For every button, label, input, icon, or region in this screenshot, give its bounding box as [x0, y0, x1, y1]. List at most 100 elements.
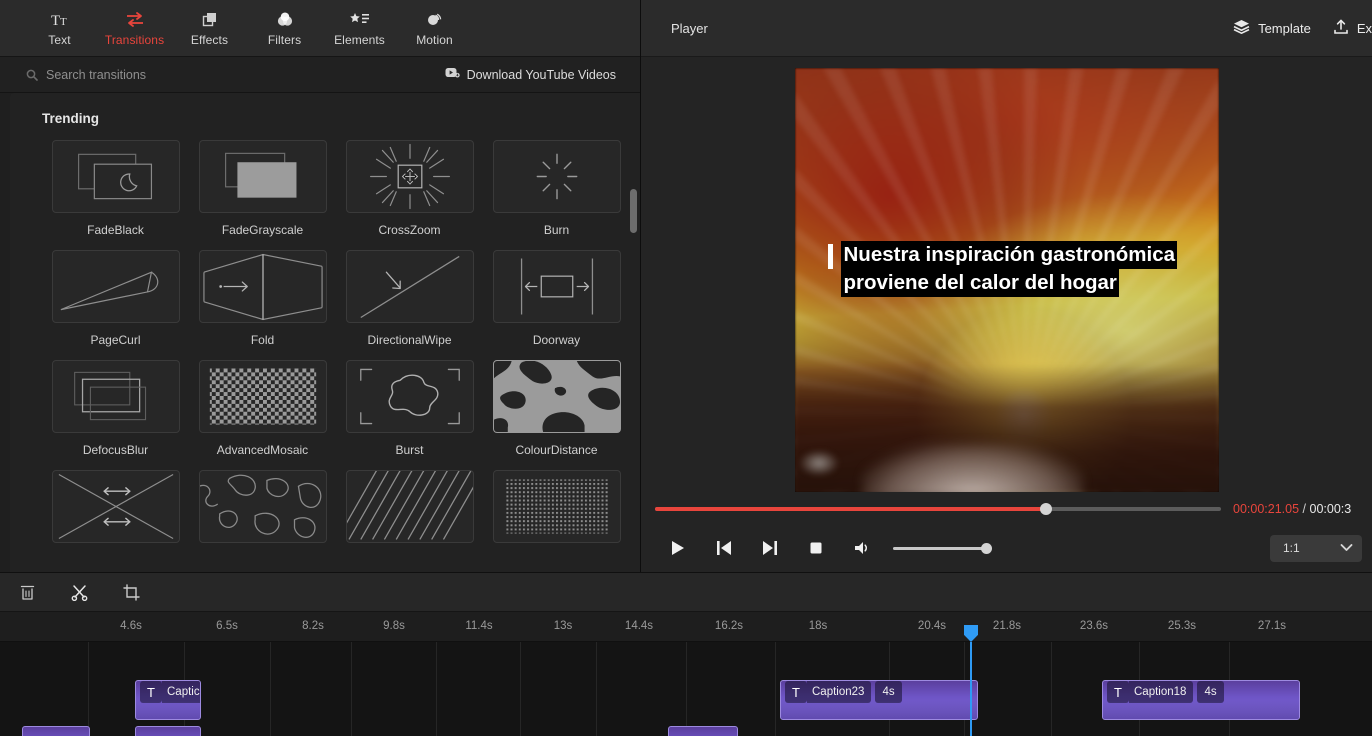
transition-label: ColourDistance [515, 443, 598, 457]
tab-transitions-label: Transitions [104, 32, 165, 47]
timeline-toolbar [0, 572, 1372, 612]
transition-item-finedots[interactable] [483, 470, 630, 553]
burn-thumbnail [492, 140, 621, 213]
clip-header: T Captic [136, 681, 200, 703]
playhead-handle[interactable] [964, 625, 978, 642]
stop-button[interactable] [793, 530, 839, 566]
transition-item-defocusblur[interactable]: DefocusBlur [42, 360, 189, 457]
transition-item-directionalwipe[interactable]: DirectionalWipe [336, 250, 483, 347]
timeline-clip[interactable]: T Caption23 4s [780, 680, 978, 720]
player-stage: Nuestra inspiración gastronómica provien… [641, 57, 1372, 494]
next-frame-button[interactable] [747, 530, 793, 566]
seek-handle[interactable] [1039, 503, 1052, 515]
crop-button[interactable] [110, 575, 152, 609]
transition-item-fold[interactable]: Fold [189, 250, 336, 347]
total-time: 00:00:3 [1309, 502, 1352, 516]
transition-item-doorway[interactable]: Doorway [483, 250, 630, 347]
timeline-clip-secondary[interactable] [668, 726, 738, 736]
caption-text-block: Nuestra inspiración gastronómica provien… [840, 241, 1178, 297]
clip-name: Caption23 [807, 681, 872, 703]
video-caption-overlay[interactable]: Nuestra inspiración gastronómica provien… [827, 241, 1178, 297]
advanced-mosaic-thumbnail [198, 360, 327, 433]
volume-slider[interactable] [893, 542, 992, 554]
transition-item-fadeblack[interactable]: FadeBlack [42, 140, 189, 237]
transition-label: PageCurl [90, 333, 141, 347]
directional-wipe-thumbnail [345, 250, 474, 323]
export-label: Ex [1356, 20, 1372, 36]
caption-line-1: Nuestra inspiración gastronómica [840, 241, 1178, 269]
tab-transitions[interactable]: Transitions [97, 2, 172, 54]
aspect-ratio-select[interactable]: 1:1 [1270, 534, 1362, 562]
timeline-ruler[interactable]: 4.6s 6.5s 8.2s 9.8s 11.4s 13s 14.4s 16.2s 18s 20.… [0, 612, 1372, 642]
timeline-gridline [270, 642, 271, 736]
time-separator: / [1302, 502, 1307, 516]
transition-item-burn[interactable]: Burn [483, 140, 630, 237]
transition-item-fadegrayscale[interactable]: FadeGrayscale [189, 140, 336, 237]
tab-filters[interactable]: Filters [247, 2, 322, 54]
transitions-grid: FadeBlack FadeGrayscale CrossZoom Burn P… [42, 140, 640, 566]
player-panel: Player Template Ex Nuestra inspiración g… [641, 0, 1372, 572]
library-scroll-area: Trending FadeBlack FadeGrayscale CrossZo… [0, 93, 640, 572]
motion-icon [426, 10, 444, 30]
volume-handle[interactable] [981, 542, 992, 554]
timeline-gridline [520, 642, 521, 736]
clip-name: Captic [162, 681, 200, 703]
clip-header: T Caption23 4s [781, 681, 977, 703]
video-lower-left-blob [798, 450, 839, 476]
cross-zoom-thumbnail [345, 140, 474, 213]
transition-item-crosszoom[interactable]: CrossZoom [336, 140, 483, 237]
transition-item-colourdistance[interactable]: ColourDistance [483, 360, 630, 457]
ruler-tick: 13s [553, 620, 573, 632]
effects-icon [201, 10, 219, 30]
transition-label: Burst [395, 443, 424, 457]
split-button[interactable] [58, 575, 100, 609]
timeline-clip-secondary[interactable] [135, 726, 201, 736]
tab-text[interactable]: TT Text [22, 2, 97, 54]
search-icon [26, 69, 38, 81]
transition-item-advancedmosaic[interactable]: AdvancedMosaic [189, 360, 336, 457]
playhead[interactable] [970, 642, 972, 736]
transition-item-diagonallines[interactable] [336, 470, 483, 553]
transition-item-squiggles[interactable] [189, 470, 336, 553]
play-button[interactable] [655, 530, 701, 566]
tab-effects[interactable]: Effects [172, 2, 247, 54]
library-scrollbar[interactable] [630, 189, 637, 233]
download-youtube-videos-button[interactable]: Download YouTube Videos [445, 67, 628, 82]
timeline-clip[interactable]: T Caption18 4s [1102, 680, 1300, 720]
timeline-gridline [351, 642, 352, 736]
timeline-clip-secondary[interactable] [22, 726, 90, 736]
library-tabbar: TT Text Transitions Effects Filters Elem… [0, 0, 640, 57]
transition-item-crossarrows[interactable] [42, 470, 189, 553]
video-preview[interactable]: Nuestra inspiración gastronómica provien… [794, 68, 1219, 492]
search-input[interactable] [46, 67, 445, 82]
ruler-tick: 6.5s [216, 620, 238, 632]
squiggles-thumbnail [198, 470, 327, 543]
tab-effects-label: Effects [190, 32, 229, 47]
transition-item-burst[interactable]: Burst [336, 360, 483, 457]
transition-label: AdvancedMosaic [216, 443, 309, 457]
time-display: 00:00:21.05 / 00:00:3 [1233, 502, 1351, 516]
video-editor-app: TT Text Transitions Effects Filters Elem… [0, 0, 1372, 736]
layers-icon [1233, 19, 1250, 37]
ruler-tick: 8.2s [302, 620, 324, 632]
template-button[interactable]: Template [1233, 19, 1311, 37]
tab-elements[interactable]: Elements [322, 2, 397, 54]
ruler-tick: 11.4s [465, 620, 493, 632]
export-button[interactable]: Ex [1333, 19, 1372, 38]
timeline-clip[interactable]: T Captic [135, 680, 201, 720]
text-icon: TT [51, 10, 69, 30]
volume-button[interactable] [839, 530, 885, 566]
player-header: Player Template Ex [641, 0, 1372, 57]
delete-button[interactable] [6, 575, 48, 609]
prev-frame-button[interactable] [701, 530, 747, 566]
clip-header: T Caption18 4s [1103, 681, 1299, 703]
transition-item-pagecurl[interactable]: PageCurl [42, 250, 189, 347]
seek-bar[interactable] [655, 503, 1221, 515]
fine-dots-thumbnail [492, 470, 621, 543]
timeline-tracks[interactable]: T Captic T Caption23 4s T Caption18 4s [0, 642, 1372, 736]
transition-label: Burn [543, 223, 570, 237]
diagonal-lines-thumbnail [345, 470, 474, 543]
current-time: 00:00:21.05 [1233, 502, 1300, 516]
timeline-gridline [1051, 642, 1052, 736]
tab-motion[interactable]: Motion [397, 2, 472, 54]
